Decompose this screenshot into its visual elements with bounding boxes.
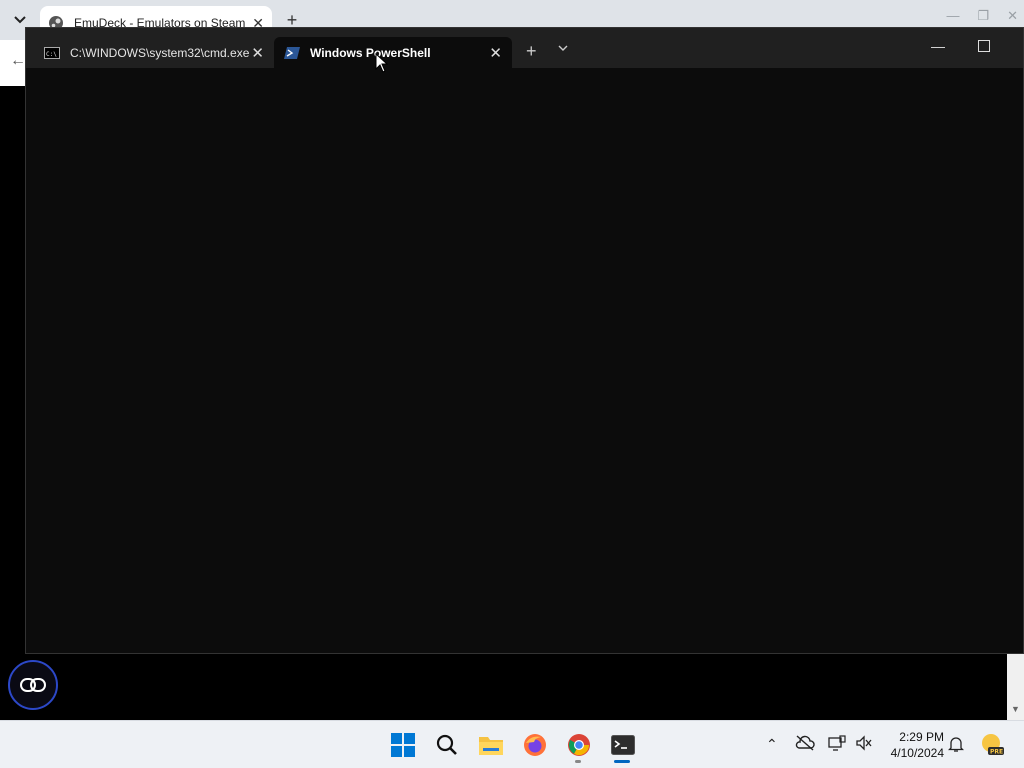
file-explorer-icon[interactable] [477,731,505,759]
minimize-icon[interactable]: — [931,38,945,54]
minimize-icon[interactable]: — [946,8,959,24]
scroll-down-icon[interactable]: ▼ [1011,704,1020,714]
close-icon[interactable]: ✕ [1007,8,1018,24]
search-icon[interactable] [433,731,461,759]
firefox-icon[interactable] [521,731,549,759]
close-icon[interactable]: ✕ [251,44,264,62]
svg-text:PRE: PRE [990,749,1003,756]
powershell-icon [284,46,300,59]
maximize-icon[interactable] [978,40,990,52]
tab-powershell[interactable]: Windows PowerShell ✕ [274,37,512,68]
active-indicator [614,760,630,763]
notification-bell-icon[interactable] [947,735,965,756]
onedrive-offline-icon[interactable] [795,735,815,754]
restore-icon[interactable]: ❐ [977,8,989,24]
mouse-cursor-icon [375,53,389,73]
display-icon[interactable] [828,735,846,754]
tab-powershell-label: Windows PowerShell [310,45,431,60]
clock-time: 2:29 PM [899,730,944,744]
terminal-icon[interactable] [609,731,637,759]
chevron-down-icon [14,16,26,24]
chevron-up-icon[interactable]: ⌃ [766,736,778,753]
steam-link-button[interactable] [8,660,58,710]
start-icon[interactable] [389,731,417,759]
running-indicator [575,760,581,763]
close-icon[interactable]: ✕ [489,44,502,62]
back-arrow-icon[interactable]: ← [10,52,26,70]
terminal-titlebar: C:\ C:\WINDOWS\system32\cmd.exe ✕ Window… [26,28,1023,68]
link-icon [20,678,46,692]
svg-text:C:\: C:\ [46,51,57,58]
terminal-window: C:\ C:\WINDOWS\system32\cmd.exe ✕ Window… [25,27,1024,654]
clock[interactable]: 2:29 PM 4/10/2024 [880,729,944,761]
cmd-icon: C:\ [44,46,60,59]
chevron-down-icon[interactable] [558,42,568,54]
tab-cmd[interactable]: C:\ C:\WINDOWS\system32\cmd.exe ✕ [34,37,274,68]
tab-cmd-label: C:\WINDOWS\system32\cmd.exe [70,45,250,60]
new-tab-button[interactable]: + [526,42,537,60]
taskbar: ⌃ 2:29 PM 4/10/2024 PRE [0,720,1024,768]
chrome-icon[interactable] [565,731,593,759]
volume-muted-icon[interactable] [855,735,873,754]
chrome-window-controls: — ❐ ✕ [946,8,1018,24]
clock-date: 4/10/2024 [890,746,944,760]
windows-insider-icon[interactable]: PRE [980,732,1004,759]
